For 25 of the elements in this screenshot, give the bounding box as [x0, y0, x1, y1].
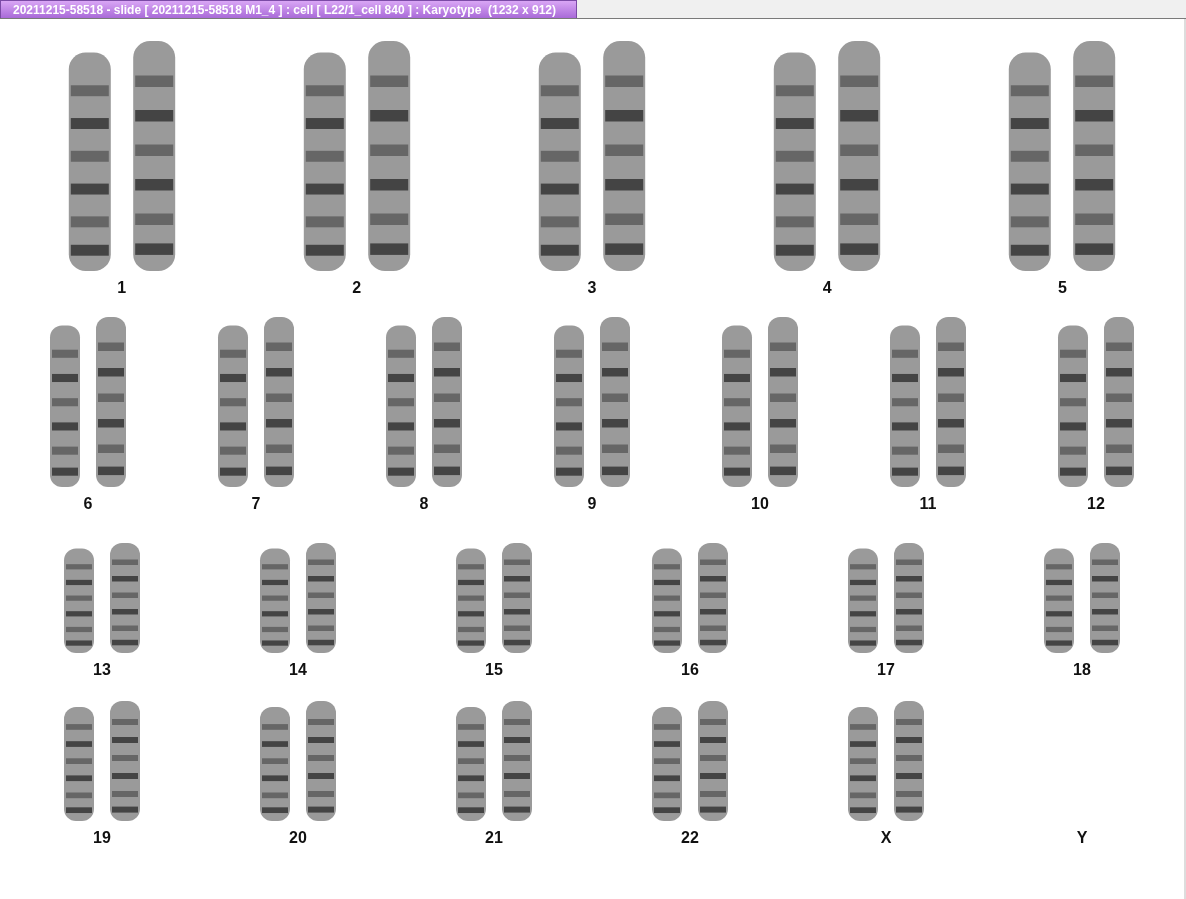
chromosome-label: 2	[352, 279, 362, 297]
chromosome-label: 7	[251, 495, 261, 513]
chromosome-label: 11	[919, 495, 937, 513]
chromosome-label: 8	[419, 495, 429, 513]
chromosome-label: 12	[1087, 495, 1105, 513]
chromosome-label: 19	[93, 829, 111, 847]
chromosome-label: 21	[485, 829, 503, 847]
chromosome-label: 15	[485, 661, 503, 679]
chromosome-label: 16	[681, 661, 699, 679]
chromosome-label: 17	[877, 661, 895, 679]
chromosome-label: 4	[822, 279, 832, 297]
chromosome-label: X	[880, 829, 892, 847]
chromosome-label: 10	[751, 495, 769, 513]
chromosome-label: 22	[681, 829, 699, 847]
chromosome-label: Y	[1076, 829, 1088, 847]
chromosome-label: 3	[587, 279, 597, 297]
chromosome-label: 13	[93, 661, 111, 679]
chromosome-label: 1	[117, 279, 127, 297]
chromosome-label: 14	[289, 661, 307, 679]
window-title[interactable]: 20211215-58518 - slide [ 20211215-58518 M1_4 ] : cell [ L22/1_cell 840 ] : Karyotype (1232 x 912)	[0, 0, 578, 18]
chromosome-label: 6	[83, 495, 93, 513]
chromosome-label: 9	[587, 495, 597, 513]
chromosome-label: 18	[1073, 661, 1091, 679]
chromosome-label: 20	[289, 829, 307, 847]
chromosome-label: 5	[1057, 279, 1067, 297]
